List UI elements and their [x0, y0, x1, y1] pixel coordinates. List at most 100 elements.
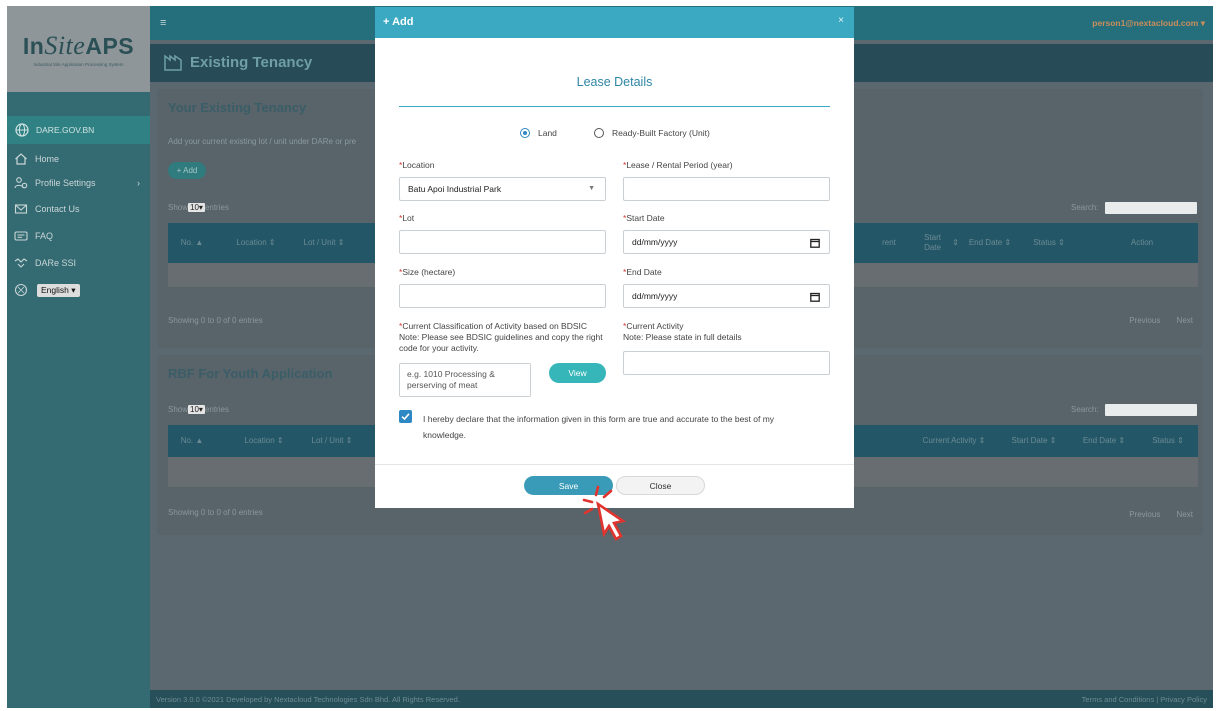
section-heading: Lease Details: [576, 75, 653, 89]
close-icon[interactable]: ×: [838, 15, 844, 26]
radio-factory[interactable]: Ready-Built Factory (Unit): [594, 128, 710, 138]
home-icon: [15, 153, 27, 165]
check-icon: [401, 413, 410, 421]
card-title: Your Existing Tenancy: [168, 100, 307, 115]
modal-footer-divider: [375, 464, 854, 465]
lot-label: *Lot: [399, 213, 415, 223]
declaration-text: I hereby declare that the information gi…: [423, 414, 775, 440]
menu-toggle-icon[interactable]: ≡: [160, 17, 166, 29]
period-label: *Lease / Rental Period (year): [623, 160, 733, 170]
radio-land[interactable]: Land: [520, 128, 557, 138]
declare-checkbox[interactable]: [399, 410, 412, 423]
radio-selected-icon[interactable]: [520, 128, 530, 138]
radio-unselected-icon[interactable]: [594, 128, 604, 138]
language-icon: [14, 283, 28, 297]
end-date-label: *End Date: [623, 267, 662, 277]
column-header-lot-unit[interactable]: Lot / Unit ⇕: [300, 425, 364, 457]
building-icon: [164, 54, 182, 71]
footer: Version 3.0.0 ©2021 Developed by Nextacl…: [150, 690, 1213, 708]
bdsic-textarea[interactable]: e.g. 1010 Processing & perserving of mea…: [399, 363, 531, 397]
card-description: Add your current existing lot / unit und…: [168, 137, 357, 146]
language-select[interactable]: English ▾: [37, 283, 80, 297]
sidebar-item-faq[interactable]: FAQ: [7, 224, 150, 248]
users-icon: [14, 177, 28, 189]
search-input[interactable]: [1105, 404, 1197, 416]
pagination: Previous Next: [1115, 510, 1193, 519]
entries-select[interactable]: 10▾: [188, 203, 205, 212]
location-select[interactable]: Batu Apoi Industrial Park ▼: [399, 177, 606, 201]
view-bdsic-button[interactable]: View: [549, 363, 606, 383]
logo-text: InSiteAPS: [22, 31, 135, 60]
footer-copyright: Version 3.0.0 ©2021 Developed by Nextacl…: [156, 695, 460, 704]
lot-input[interactable]: [399, 230, 606, 254]
page-title: Existing Tenancy: [190, 54, 313, 71]
click-pointer-icon: [582, 485, 627, 541]
column-header-end-date[interactable]: End Date ⇕: [968, 223, 1012, 263]
sidebar-item-label: Home: [35, 154, 60, 164]
column-header-no[interactable]: No. ▲: [168, 223, 216, 263]
table-info: Showing 0 to 0 of 0 entries: [168, 316, 263, 325]
column-header-status[interactable]: Status ⇕: [1140, 425, 1196, 457]
sidebar-brand[interactable]: DARE.GOV.BN: [7, 116, 150, 144]
column-header-start-date[interactable]: Start Date ⇕: [915, 223, 959, 263]
heading-divider: [399, 106, 830, 107]
user-menu[interactable]: person1@nextacloud.com ▾: [1092, 18, 1205, 29]
column-header-status[interactable]: Status ⇕: [1022, 223, 1076, 263]
bdsic-label: *Current Classification of Activity base…: [399, 321, 603, 353]
handshake-icon: [14, 258, 28, 268]
footer-links[interactable]: Terms and Conditions | Privacy Policy: [1082, 695, 1207, 704]
start-date-input[interactable]: dd/mm/yyyy: [623, 230, 830, 254]
location-label: *Location: [399, 160, 435, 170]
mail-icon: [14, 204, 28, 214]
column-header-location[interactable]: Location ⇕: [226, 223, 286, 263]
modal-title: + Add: [383, 16, 414, 28]
column-header-location[interactable]: Location ⇕: [232, 425, 296, 457]
sidebar-brand-label: DARE.GOV.BN: [36, 125, 95, 135]
column-header-current-activity[interactable]: Current Activity ⇕: [912, 425, 996, 457]
sidebar-item-label: DARe SSI: [35, 258, 77, 268]
logo-subtitle: Industrial Site Application Processing S…: [33, 62, 124, 67]
search-input[interactable]: [1105, 202, 1197, 214]
table-info: Showing 0 to 0 of 0 entries: [168, 508, 263, 517]
pagination-previous[interactable]: Previous: [1129, 510, 1160, 519]
column-header-no[interactable]: No. ▲: [168, 425, 216, 457]
show-entries: Show 10▾ entries: [168, 405, 229, 414]
column-header-lot-unit[interactable]: Lot / Unit ⇕: [296, 223, 352, 263]
sidebar-item-contact-us[interactable]: Contact Us: [7, 197, 150, 221]
period-input[interactable]: [623, 177, 830, 201]
globe-icon: [15, 123, 29, 137]
sidebar-item-dare-ssi[interactable]: DARe SSI: [7, 251, 150, 275]
sidebar-item-label: FAQ: [35, 231, 54, 241]
column-header-end-date[interactable]: End Date ⇕: [1074, 425, 1134, 457]
modal-header: + Add ×: [375, 7, 854, 38]
chevron-right-icon: ›: [137, 178, 140, 188]
column-header-start-date[interactable]: Start Date ⇕: [1002, 425, 1066, 457]
search-label: Search:: [1071, 203, 1099, 212]
show-entries: Show 10▾ entries: [168, 203, 229, 212]
start-date-label: *Start Date: [623, 213, 665, 223]
sidebar-item-label: Contact Us: [35, 204, 80, 214]
sidebar-item-home[interactable]: Home: [7, 147, 150, 171]
add-lease-modal: + Add × Lease Details Land Ready-Built F…: [375, 7, 854, 508]
language-selector[interactable]: English ▾: [7, 278, 150, 302]
pagination-previous[interactable]: Previous: [1129, 316, 1160, 325]
pagination: Previous Next: [1115, 316, 1193, 325]
size-input[interactable]: [399, 284, 606, 308]
sidebar: InSiteAPS Industrial Site Application Pr…: [7, 6, 150, 708]
pagination-next[interactable]: Next: [1177, 510, 1193, 519]
column-header-action: Action: [1130, 238, 1154, 247]
add-tenancy-button[interactable]: + Add: [168, 162, 206, 179]
logo[interactable]: InSiteAPS Industrial Site Application Pr…: [7, 6, 150, 92]
activity-input[interactable]: [623, 351, 830, 375]
pagination-next[interactable]: Next: [1177, 316, 1193, 325]
activity-label: *Current Activity Note: Please state in …: [623, 321, 742, 342]
chevron-down-icon: ▼: [588, 185, 595, 192]
sidebar-item-profile-settings[interactable]: Profile Settings ›: [7, 171, 150, 195]
card-title: RBF For Youth Application: [168, 366, 333, 381]
entries-select[interactable]: 10▾: [188, 405, 205, 414]
size-label: *Size (hectare): [399, 267, 456, 277]
calendar-icon[interactable]: [810, 292, 820, 302]
end-date-input[interactable]: dd/mm/yyyy: [623, 284, 830, 308]
calendar-icon[interactable]: [810, 238, 820, 248]
column-header-current-activity[interactable]: rent: [874, 223, 904, 263]
